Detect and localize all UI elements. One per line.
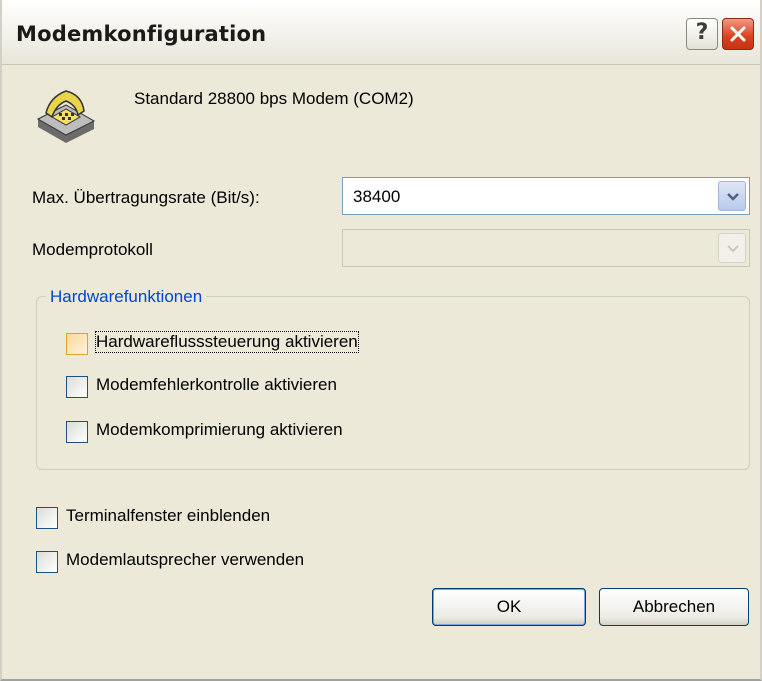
checkbox-modem-speaker[interactable]: Modemlautsprecher verwenden <box>36 550 376 574</box>
checkbox-label: Hardwareflusssteuerung aktivieren <box>95 331 359 353</box>
checkbox-terminal-window[interactable]: Terminalfenster einblenden <box>36 506 356 530</box>
window-title: Modemkonfiguration <box>16 22 267 46</box>
close-icon <box>730 26 746 42</box>
max-rate-value: 38400 <box>353 187 401 206</box>
help-button[interactable]: ? <box>686 18 718 50</box>
checkbox-box[interactable] <box>66 421 88 443</box>
checkbox-label: Modemfehlerkontrolle aktivieren <box>96 375 337 394</box>
max-rate-select[interactable]: 38400 <box>342 177 750 215</box>
checkbox-compression[interactable]: Modemkomprimierung aktivieren <box>66 420 426 444</box>
ok-button[interactable]: OK <box>432 588 586 626</box>
close-button[interactable] <box>722 18 754 50</box>
chevron-down-icon <box>727 245 739 253</box>
checkbox-hardware-flow-control[interactable]: Hardwareflusssteuerung aktivieren <box>66 331 446 356</box>
max-rate-dropdown-button[interactable] <box>718 181 746 211</box>
checkbox-box[interactable] <box>36 551 58 573</box>
cancel-button[interactable]: Abbrechen <box>599 588 749 626</box>
checkbox-label: Modemkomprimierung aktivieren <box>96 420 343 439</box>
checkbox-box[interactable] <box>36 507 58 529</box>
checkbox-label: Modemlautsprecher verwenden <box>66 550 305 569</box>
title-bar[interactable]: Modemkonfiguration ? <box>2 0 760 65</box>
max-rate-label: Max. Übertragungsrate (Bit/s): <box>32 188 260 207</box>
protocol-label: Modemprotokoll <box>32 240 153 259</box>
modem-phone-icon <box>36 90 96 143</box>
help-icon: ? <box>695 20 709 45</box>
checkbox-label: Terminalfenster einblenden <box>66 506 271 525</box>
hardware-group-title: Hardwarefunktionen <box>46 287 207 307</box>
checkbox-box[interactable] <box>66 333 88 355</box>
modem-name: Standard 28800 bps Modem (COM2) <box>134 89 414 108</box>
chevron-down-icon <box>727 193 739 201</box>
modem-config-dialog: Modemkonfiguration ? Standard 28800 bps … <box>0 0 762 681</box>
protocol-dropdown-button <box>718 233 746 263</box>
dialog-content: Standard 28800 bps Modem (COM2) Max. Übe… <box>2 65 760 679</box>
checkbox-error-control[interactable]: Modemfehlerkontrolle aktivieren <box>66 375 426 399</box>
checkbox-box[interactable] <box>66 376 88 398</box>
protocol-select <box>342 229 750 267</box>
